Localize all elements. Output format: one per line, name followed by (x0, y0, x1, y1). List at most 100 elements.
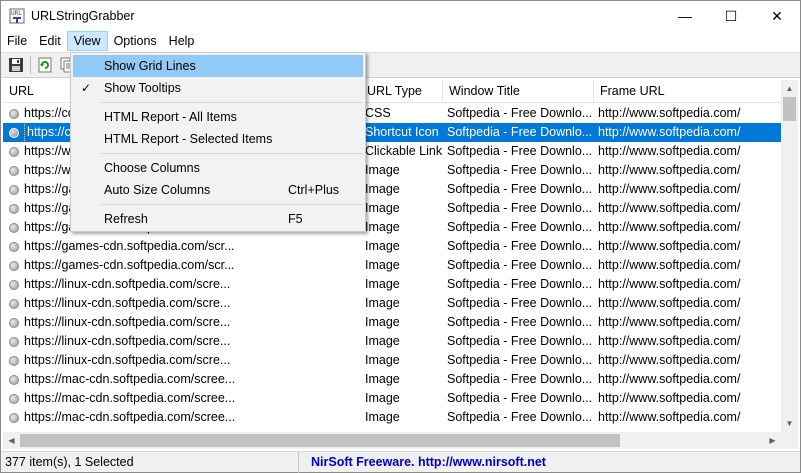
menu-help[interactable]: Help (163, 31, 201, 51)
menu-item-label: Choose Columns (104, 161, 200, 175)
cell-url-type: Image (365, 391, 400, 405)
urlgrabber-app-icon: URL (9, 8, 25, 24)
cell-url: https://mac-cdn.softpedia.com/scree... (3, 408, 361, 427)
column-header-frame-url[interactable]: Frame URL (594, 80, 782, 103)
table-row[interactable]: https://linux-cdn.softpedia.com/scre... I… (3, 332, 782, 351)
menu-item-label: HTML Report - Selected Items (104, 132, 273, 146)
url-bullet-icon (9, 279, 19, 290)
save-icon[interactable] (5, 54, 27, 76)
window-title: URLStringGrabber (31, 9, 135, 23)
url-bullet-icon (9, 355, 19, 366)
scroll-up-icon[interactable]: ▲ (781, 80, 798, 97)
menu-item-show-grid-lines[interactable]: Show Grid Lines (73, 55, 363, 77)
cell-frame-url: http://www.softpedia.com/ (598, 106, 741, 120)
cell-url-type: Image (365, 201, 400, 215)
cell-url-type: Image (365, 410, 400, 424)
column-header-url-type[interactable]: URL Type (361, 80, 443, 103)
table-row[interactable]: https://linux-cdn.softpedia.com/scre... I… (3, 351, 782, 370)
view-menu-dropdown: Show Grid Lines ✓ Show Tooltips HTML Report… (70, 52, 366, 232)
scroll-left-icon[interactable]: ◀ (3, 432, 20, 449)
status-item-count: 377 item(s), 1 Selected (1, 451, 299, 473)
url-text: https://linux-cdn.softpedia.com/scre... (24, 277, 231, 291)
cell-url: https://linux-cdn.softpedia.com/scre... (3, 332, 361, 351)
scroll-down-icon[interactable]: ▼ (781, 415, 798, 432)
toolbar-separator (30, 56, 31, 74)
menu-view[interactable]: View (66, 31, 108, 51)
cell-frame-url: http://www.softpedia.com/ (598, 353, 741, 367)
menu-options[interactable]: Options (108, 31, 163, 51)
menu-item-refresh[interactable]: Refresh F5 (73, 208, 363, 230)
menu-item-shortcut: F5 (288, 212, 303, 226)
refresh-icon[interactable] (34, 54, 56, 76)
cell-window-title: Softpedia - Free Downlo... (447, 372, 593, 386)
menu-item-choose-columns[interactable]: Choose Columns (73, 157, 363, 179)
scroll-right-icon[interactable]: ▶ (764, 432, 781, 449)
table-row[interactable]: https://games-cdn.softpedia.com/scr... Im… (3, 237, 782, 256)
url-bullet-icon (9, 260, 19, 271)
menu-separator (101, 102, 363, 103)
url-text: https://games-cdn.softpedia.com/scr... (24, 239, 235, 253)
cell-window-title: Softpedia - Free Downlo... (447, 277, 593, 291)
cell-frame-url: http://www.softpedia.com/ (598, 277, 741, 291)
cell-url: https://linux-cdn.softpedia.com/scre... (3, 294, 361, 313)
table-row[interactable]: https://mac-cdn.softpedia.com/scree... Im… (3, 408, 782, 427)
horizontal-scrollbar[interactable]: ◀ ▶ (3, 432, 781, 449)
cell-window-title: Softpedia - Free Downlo... (447, 106, 593, 120)
menu-file[interactable]: File (1, 31, 33, 51)
url-text: https://mac-cdn.softpedia.com/scree... (24, 391, 236, 405)
table-row[interactable]: https://linux-cdn.softpedia.com/scre... I… (3, 294, 782, 313)
cell-url-type: Image (365, 277, 400, 291)
horizontal-scroll-thumb[interactable] (20, 434, 620, 447)
cell-frame-url: http://www.softpedia.com/ (598, 182, 741, 196)
menu-item-shortcut (288, 55, 363, 77)
cell-frame-url: http://www.softpedia.com/ (598, 334, 741, 348)
url-bullet-icon (9, 184, 19, 195)
cell-window-title: Softpedia - Free Downlo... (447, 182, 593, 196)
url-bullet-icon (9, 146, 19, 157)
vertical-scrollbar[interactable]: ▲ ▼ (781, 80, 798, 432)
url-text: https://linux-cdn.softpedia.com/scre... (24, 334, 231, 348)
cell-window-title: Softpedia - Free Downlo... (447, 163, 593, 177)
menu-item-html-report-selected-items[interactable]: HTML Report - Selected Items (73, 128, 363, 150)
menu-item-label: Refresh (104, 212, 148, 226)
svg-text:URL: URL (11, 10, 22, 17)
column-header-window-title[interactable]: Window Title (443, 80, 594, 103)
minimize-button[interactable]: — (662, 1, 708, 31)
cell-url-type: CSS (365, 106, 391, 120)
cell-url-type: Image (365, 296, 400, 310)
url-text: https://games-cdn.softpedia.com/scr... (24, 258, 235, 272)
cell-frame-url: http://www.softpedia.com/ (598, 220, 741, 234)
table-row[interactable]: https://games-cdn.softpedia.com/scr... Im… (3, 256, 782, 275)
url-bullet-icon (9, 412, 19, 423)
table-row[interactable]: https://mac-cdn.softpedia.com/scree... Im… (3, 370, 782, 389)
title-bar: URL URLStringGrabber — ☐ ✕ (1, 1, 800, 31)
menu-item-auto-size-columns[interactable]: Auto Size Columns Ctrl+Plus (73, 179, 363, 201)
menu-separator (101, 153, 363, 154)
maximize-button[interactable]: ☐ (708, 1, 754, 31)
url-bullet-icon (9, 127, 19, 138)
close-button[interactable]: ✕ (754, 1, 800, 31)
menu-separator (101, 204, 363, 205)
url-bullet-icon (9, 165, 19, 176)
table-row[interactable]: https://mac-cdn.softpedia.com/scree... Im… (3, 389, 782, 408)
menu-bar: File Edit View Options Help (1, 31, 800, 51)
menu-item-html-report-all-items[interactable]: HTML Report - All Items (73, 106, 363, 128)
url-text: https://linux-cdn.softpedia.com/scre... (24, 296, 231, 310)
menu-item-shortcut (288, 128, 363, 150)
url-text: https://mac-cdn.softpedia.com/scree... (24, 372, 236, 386)
menu-edit[interactable]: Edit (33, 31, 67, 51)
cell-url: https://games-cdn.softpedia.com/scr... (3, 237, 361, 256)
table-row[interactable]: https://linux-cdn.softpedia.com/scre... I… (3, 313, 782, 332)
url-bullet-icon (9, 374, 19, 385)
cell-window-title: Softpedia - Free Downlo... (447, 125, 593, 139)
menu-item-show-tooltips[interactable]: ✓ Show Tooltips (73, 77, 363, 99)
table-row[interactable]: https://linux-cdn.softpedia.com/scre... I… (3, 275, 782, 294)
cell-frame-url: http://www.softpedia.com/ (598, 391, 741, 405)
cell-url-type: Image (365, 163, 400, 177)
url-bullet-icon (9, 222, 19, 233)
nirsoft-link[interactable]: NirSoft Freeware. http://www.nirsoft.net (299, 455, 546, 469)
menu-item-label: Show Grid Lines (104, 59, 196, 73)
menu-item-shortcut: Ctrl+Plus (288, 183, 340, 197)
cell-window-title: Softpedia - Free Downlo... (447, 220, 593, 234)
vertical-scroll-thumb[interactable] (783, 97, 796, 121)
